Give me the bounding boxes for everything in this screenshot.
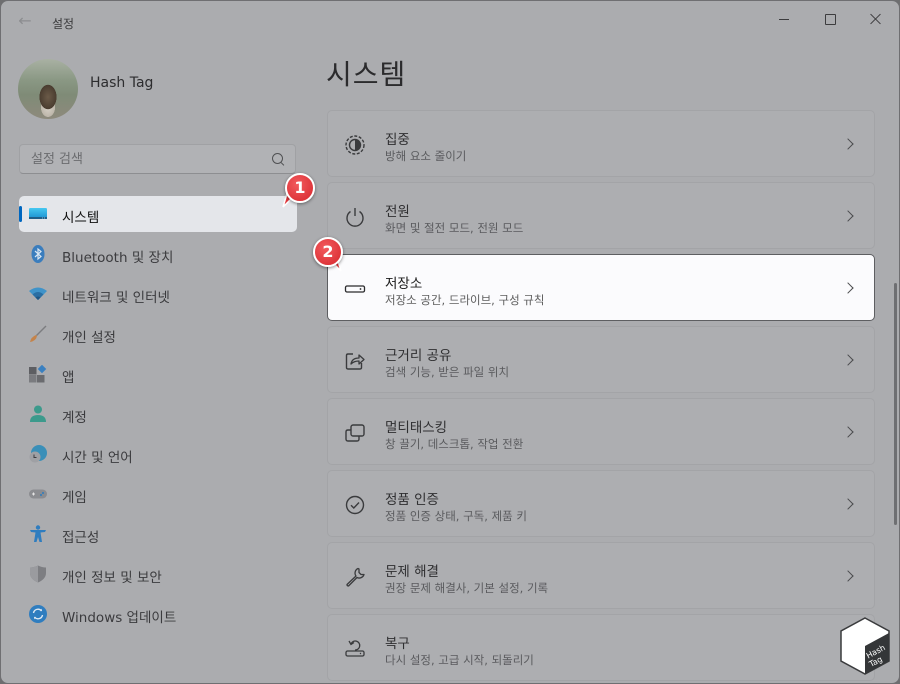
sidebar-item-network[interactable]: 네트워크 및 인터넷 (19, 276, 297, 312)
callout-number: 2 (313, 237, 343, 267)
chevron-right-icon (842, 138, 854, 150)
minimize-icon (779, 18, 789, 20)
callout-badge-2: 2 (313, 237, 343, 272)
sidebar-item-system[interactable]: 시스템 (19, 196, 297, 232)
chevron-right-icon (842, 498, 854, 510)
focus-icon (345, 135, 365, 155)
settings-card-list: 집중 방해 요소 줄이기 전원 화면 및 절전 모드, 전원 모드 저장소 저장… (327, 110, 875, 683)
chevron-right-icon (842, 570, 854, 582)
sidebar-item-apps[interactable]: 앱 (19, 356, 297, 392)
wifi-icon (29, 287, 47, 300)
page-title: 시스템 (326, 58, 407, 91)
card-troubleshoot[interactable]: 문제 해결 권장 문제 해결사, 기본 설정, 기록 (327, 542, 875, 609)
close-icon (870, 13, 882, 25)
sidebar-item-label: 개인 정보 및 보안 (62, 570, 162, 586)
maximize-icon (824, 13, 836, 25)
card-subtitle: 창 끌기, 데스크톱, 작업 전환 (385, 437, 524, 451)
windows-update-icon (29, 605, 47, 623)
card-focus[interactable]: 집중 방해 요소 줄이기 (327, 110, 875, 177)
apps-icon (29, 365, 47, 383)
card-title: 근거리 공유 (385, 348, 452, 364)
card-subtitle: 방해 요소 줄이기 (385, 149, 467, 163)
sidebar-item-label: 시간 및 언어 (62, 450, 133, 466)
card-recovery[interactable]: 복구 다시 설정, 고급 시작, 되돌리기 (327, 614, 875, 681)
title-bar: ← 설정 (1, 1, 899, 41)
card-title: 멀티태스킹 (385, 420, 448, 436)
sidebar-item-label: 개인 설정 (62, 330, 116, 346)
paintbrush-icon (30, 325, 47, 342)
time-language-icon (29, 445, 47, 463)
card-power[interactable]: 전원 화면 및 절전 모드, 전원 모드 (327, 182, 875, 249)
sidebar-item-label: 게임 (62, 490, 87, 506)
chevron-right-icon (842, 354, 854, 366)
sidebar-item-label: 네트워크 및 인터넷 (62, 290, 170, 306)
wrench-icon (346, 567, 365, 587)
callout-number: 1 (285, 173, 315, 203)
bluetooth-icon (31, 245, 45, 263)
avatar[interactable] (18, 59, 78, 119)
sidebar-item-gaming[interactable]: 게임 (19, 476, 297, 512)
card-title: 저장소 (385, 276, 423, 292)
scrollbar-thumb[interactable] (894, 283, 897, 525)
search-input[interactable] (20, 145, 271, 173)
chevron-right-icon (842, 426, 854, 438)
sidebar-item-bluetooth[interactable]: Bluetooth 및 장치 (19, 236, 297, 272)
search-icon[interactable] (272, 153, 283, 164)
settings-window: ← 설정 Hash Tag 시스템 (0, 0, 900, 684)
close-button[interactable] (853, 1, 899, 37)
power-icon (346, 208, 364, 227)
sidebar-item-privacy-security[interactable]: 개인 정보 및 보안 (19, 556, 297, 592)
storage-drive-icon (344, 285, 366, 293)
sidebar-item-label: Bluetooth 및 장치 (62, 250, 174, 266)
accessibility-icon (30, 525, 46, 542)
sidebar-item-label: 시스템 (62, 210, 100, 226)
shield-icon (30, 565, 46, 583)
callout-badge-1: 1 (282, 173, 315, 208)
card-title: 전원 (385, 204, 410, 220)
card-storage[interactable]: 저장소 저장소 공간, 드라이브, 구성 규칙 (327, 254, 875, 321)
card-title: 복구 (385, 636, 410, 652)
sidebar-item-label: 앱 (62, 370, 75, 386)
chevron-right-icon (842, 282, 854, 294)
gamepad-icon (29, 489, 47, 499)
activation-check-icon (345, 495, 365, 515)
hashtag-watermark-logo: Hash Tag (840, 617, 890, 675)
chevron-right-icon (842, 210, 854, 222)
card-nearby-sharing[interactable]: 근거리 공유 검색 기능, 받은 파일 위치 (327, 326, 875, 393)
back-arrow-icon: ← (18, 11, 32, 30)
card-activation[interactable]: 정품 인증 정품 인증 상태, 구독, 제품 키 (327, 470, 875, 537)
sidebar-item-accessibility[interactable]: 접근성 (19, 516, 297, 552)
card-subtitle: 화면 및 절전 모드, 전원 모드 (385, 221, 524, 235)
app-title: 설정 (52, 17, 75, 31)
sidebar-item-accounts[interactable]: 계정 (19, 396, 297, 432)
user-name: Hash Tag (90, 75, 154, 91)
card-title: 문제 해결 (385, 564, 439, 580)
sidebar-item-time-language[interactable]: 시간 및 언어 (19, 436, 297, 472)
card-subtitle: 검색 기능, 받은 파일 위치 (385, 365, 510, 379)
search-box[interactable] (19, 144, 296, 174)
card-subtitle: 저장소 공간, 드라이브, 구성 규칙 (385, 293, 545, 307)
card-subtitle: 정품 인증 상태, 구독, 제품 키 (385, 509, 527, 523)
multitasking-icon (345, 424, 365, 442)
sidebar-item-label: 접근성 (62, 530, 100, 546)
recovery-icon (345, 640, 365, 657)
card-subtitle: 권장 문제 해결사, 기본 설정, 기록 (385, 581, 549, 595)
sidebar-item-label: 계정 (62, 410, 87, 426)
sidebar-item-label: Windows 업데이트 (62, 610, 177, 626)
sidebar-nav: 시스템 Bluetooth 및 장치 네트워크 및 인터넷 개인 설정 앱 계정… (19, 196, 297, 636)
maximize-button[interactable] (807, 1, 853, 37)
minimize-button[interactable] (761, 1, 807, 37)
back-button[interactable]: ← (13, 11, 37, 31)
card-multitasking[interactable]: 멀티태스킹 창 끌기, 데스크톱, 작업 전환 (327, 398, 875, 465)
card-title: 정품 인증 (385, 492, 439, 508)
account-icon (30, 405, 46, 422)
nearby-share-icon (345, 353, 365, 370)
card-title: 집중 (385, 132, 410, 148)
card-subtitle: 다시 설정, 고급 시작, 되돌리기 (385, 653, 534, 667)
sidebar-item-personalization[interactable]: 개인 설정 (19, 316, 297, 352)
sidebar-item-windows-update[interactable]: Windows 업데이트 (19, 596, 297, 632)
system-display-icon (29, 208, 47, 219)
